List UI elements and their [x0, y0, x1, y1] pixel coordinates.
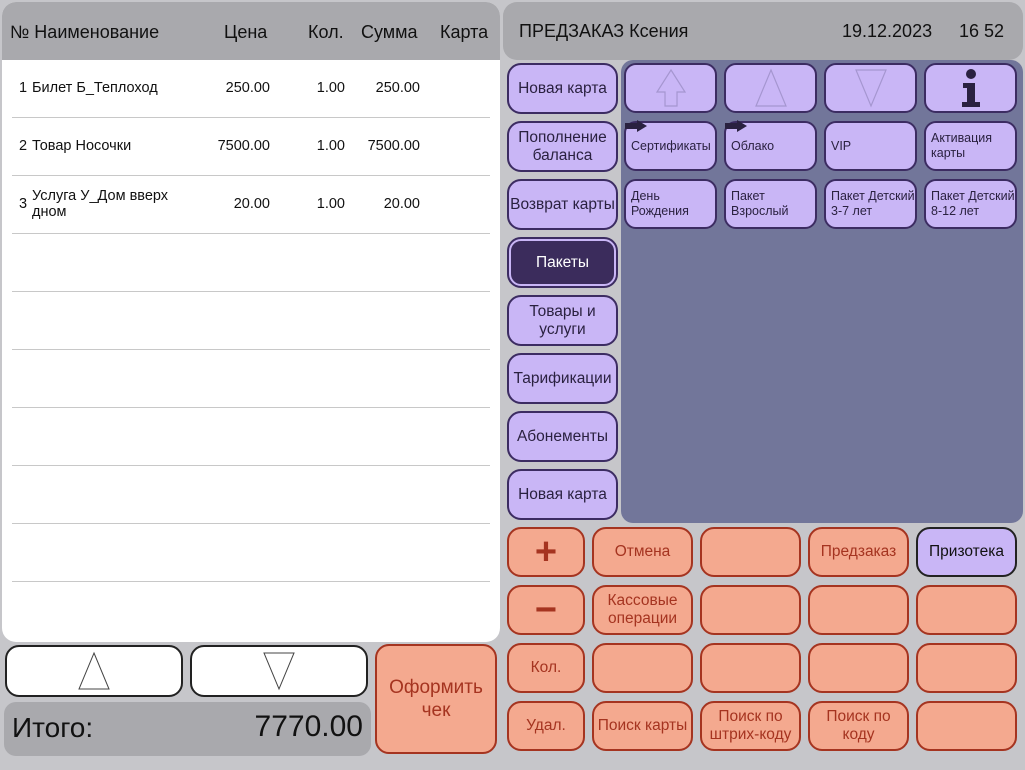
- quantity-button[interactable]: Кол.: [507, 643, 585, 693]
- blank-key[interactable]: [916, 701, 1017, 751]
- row-num: 2: [19, 138, 28, 154]
- col-header-card: Карта: [440, 22, 489, 42]
- table-row-empty[interactable]: [12, 292, 490, 350]
- row-name: Билет Б_Теплоход: [32, 80, 158, 96]
- minus-button[interactable]: −: [507, 585, 585, 635]
- date-label: 19.12.2023: [842, 21, 933, 41]
- category-goods-services[interactable]: Товары и услуги: [507, 295, 618, 346]
- cash-operations-button[interactable]: Кассовые операции: [592, 585, 693, 635]
- row-sum: 20.00: [383, 196, 420, 212]
- table-row-empty[interactable]: [12, 408, 490, 466]
- table-row-empty[interactable]: [12, 350, 490, 408]
- item-label: Пакет Детский 3-7 лет: [831, 189, 915, 218]
- total-box: Итого: 7770.00: [4, 702, 371, 756]
- arrow-down-icon: [854, 69, 887, 108]
- item-label: Сертификаты: [631, 138, 711, 153]
- row-qty: 1.00: [316, 80, 345, 96]
- blank-key[interactable]: [700, 527, 801, 577]
- checkout-button[interactable]: Оформить чек: [375, 644, 497, 754]
- blank-key[interactable]: [916, 643, 1017, 693]
- nav-up-button[interactable]: [724, 63, 817, 113]
- col-header-price: Цена: [224, 22, 268, 42]
- item-label: День Рождения: [631, 189, 689, 218]
- cancel-button[interactable]: Отмена: [592, 527, 693, 577]
- scroll-up-button[interactable]: [5, 645, 183, 697]
- row-price: 250.00: [225, 80, 270, 96]
- item-package-kids-8-12[interactable]: Пакет Детский 8-12 лет: [924, 179, 1017, 229]
- prize-library-button[interactable]: Призотека: [916, 527, 1017, 577]
- info-icon: [961, 69, 980, 107]
- table-row-empty[interactable]: [12, 234, 490, 292]
- info-button[interactable]: [924, 63, 1017, 113]
- item-package-kids-3-7[interactable]: Пакет Детский 3-7 лет: [824, 179, 917, 229]
- row-num: 3: [19, 196, 28, 212]
- item-certificates[interactable]: Сертификаты: [624, 120, 717, 171]
- category-tariffs[interactable]: Тарификации: [507, 353, 618, 404]
- blank-key[interactable]: [700, 643, 801, 693]
- col-header-sum: Сумма: [361, 22, 418, 42]
- col-header-qty: Кол.: [308, 22, 344, 42]
- row-qty: 1.00: [316, 196, 345, 212]
- preorder-button[interactable]: Предзаказ: [808, 527, 909, 577]
- col-header-name: № Наименование: [10, 22, 160, 42]
- arrow-up-top-icon: [655, 68, 686, 107]
- blank-key[interactable]: [592, 643, 693, 693]
- row-num: 1: [19, 80, 28, 96]
- row-name: Товар Носочки: [32, 138, 132, 154]
- item-label: Облако: [731, 138, 775, 153]
- row-sum: 7500.00: [367, 138, 420, 154]
- table-row[interactable]: 2 Товар Носочки 7500.00 1.00 7500.00: [12, 118, 490, 176]
- table-row[interactable]: 1 Билет Б_Теплоход 250.00 1.00 250.00: [12, 60, 490, 118]
- plus-button[interactable]: +: [507, 527, 585, 577]
- item-label: Активация карты: [931, 131, 993, 160]
- row-price: 7500.00: [217, 138, 270, 154]
- blank-key[interactable]: [808, 585, 909, 635]
- nav-up-top-button[interactable]: [624, 63, 717, 113]
- order-table: № Наименование Цена Кол. Сумма Карта 1 Б…: [2, 2, 500, 642]
- total-label: Итого:: [12, 712, 94, 743]
- row-qty: 1.00: [316, 138, 345, 154]
- table-row[interactable]: 3 Услуга У_Дом вверх дном 20.00 1.00 20.…: [12, 176, 490, 234]
- arrow-down-icon: [263, 652, 295, 691]
- mode-title: ПРЕДЗАКАЗ Ксения: [519, 21, 689, 41]
- row-sum: 250.00: [375, 80, 420, 96]
- top-status-bar: ПРЕДЗАКАЗ Ксения 19.12.2023 16 52: [503, 2, 1023, 60]
- item-label: Пакет Взрослый: [731, 189, 789, 218]
- delete-button[interactable]: Удал.: [507, 701, 585, 751]
- table-row-empty[interactable]: [12, 524, 490, 582]
- search-code-button[interactable]: Поиск по коду: [808, 701, 909, 751]
- nav-down-button[interactable]: [824, 63, 917, 113]
- arrow-up-icon: [754, 68, 787, 107]
- scroll-down-button[interactable]: [190, 645, 368, 697]
- time-label: 16 52: [959, 21, 1005, 41]
- category-new-card[interactable]: Новая карта: [507, 63, 618, 114]
- blank-key[interactable]: [916, 585, 1017, 635]
- folder-arrow-icon: [625, 120, 647, 132]
- category-packages[interactable]: Пакеты: [507, 237, 618, 288]
- item-cloud[interactable]: Облако: [724, 120, 817, 171]
- item-package-adult[interactable]: Пакет Взрослый: [724, 179, 817, 229]
- item-label: Пакет Детский 8-12 лет: [931, 189, 1015, 218]
- item-card-activation[interactable]: Активация карты: [924, 121, 1017, 171]
- row-price: 20.00: [233, 196, 270, 212]
- total-value: 7770.00: [254, 710, 363, 743]
- category-top-up[interactable]: Пополнение баланса: [507, 121, 618, 172]
- search-barcode-button[interactable]: Поиск по штрих-коду: [700, 701, 801, 751]
- item-label: VIP: [831, 138, 852, 153]
- item-vip[interactable]: VIP: [824, 121, 917, 171]
- search-card-button[interactable]: Поиск карты: [592, 701, 693, 751]
- blank-key[interactable]: [808, 643, 909, 693]
- category-new-card-2[interactable]: Новая карта: [507, 469, 618, 520]
- category-card-return[interactable]: Возврат карты: [507, 179, 618, 230]
- table-row-empty[interactable]: [12, 466, 490, 524]
- row-name: Услуга У_Дом вверх дном: [32, 188, 169, 220]
- folder-arrow-icon: [725, 120, 747, 132]
- item-birthday[interactable]: День Рождения: [624, 179, 717, 229]
- blank-key[interactable]: [700, 585, 801, 635]
- arrow-up-icon: [78, 651, 110, 690]
- category-subscriptions[interactable]: Абонементы: [507, 411, 618, 462]
- order-table-header: № Наименование Цена Кол. Сумма Карта: [2, 2, 500, 60]
